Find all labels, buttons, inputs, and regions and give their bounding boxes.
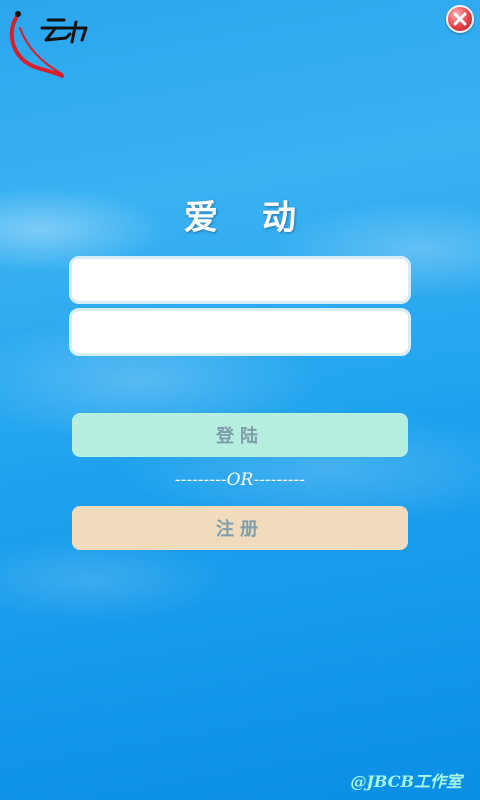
app-title-char-1: 爱	[184, 198, 218, 238]
close-button[interactable]	[446, 5, 474, 33]
app-logo-icon	[8, 6, 94, 78]
or-separator: ---------OR---------	[174, 470, 306, 490]
username-input[interactable]	[69, 256, 411, 304]
register-button[interactable]: 注册	[72, 506, 408, 550]
password-input[interactable]	[69, 308, 411, 356]
studio-watermark: @JBCB工作室	[350, 772, 462, 791]
app-title-char-2: 动	[262, 198, 296, 238]
app-title: 爱 动	[0, 190, 480, 240]
login-button[interactable]: 登陆	[72, 413, 408, 457]
close-icon	[453, 12, 467, 26]
sky-background	[0, 0, 480, 800]
